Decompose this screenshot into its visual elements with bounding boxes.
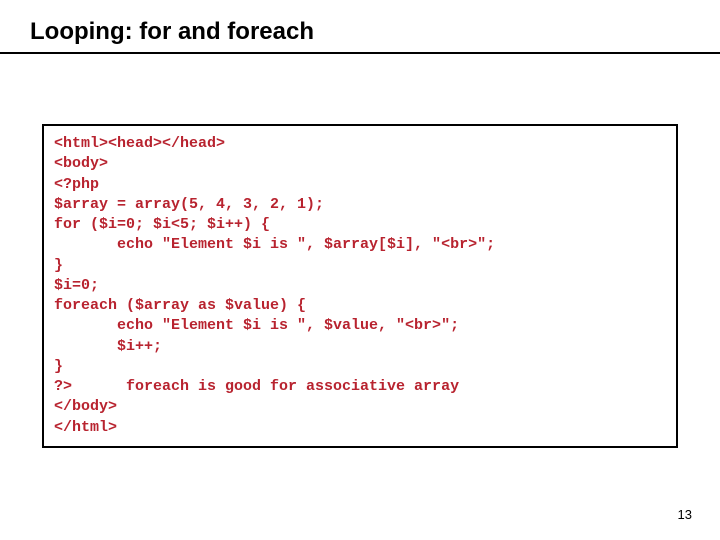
code-line: </html> bbox=[54, 419, 117, 436]
code-line: <?php bbox=[54, 176, 99, 193]
code-line: $i++; bbox=[54, 338, 162, 355]
code-line: echo "Element $i is ", $array[$i], "<br>… bbox=[54, 236, 495, 253]
code-line: } bbox=[54, 257, 63, 274]
code-line: for ($i=0; $i<5; $i++) { bbox=[54, 216, 270, 233]
code-line: <html><head></head> bbox=[54, 135, 225, 152]
code-line: echo "Element $i is ", $value, "<br>"; bbox=[54, 317, 459, 334]
code-line: </body> bbox=[54, 398, 117, 415]
slide-title: Looping: for and foreach bbox=[0, 0, 720, 52]
code-line: ?> foreach is good for associative array bbox=[54, 378, 459, 395]
code-line: $i=0; bbox=[54, 277, 99, 294]
code-line: foreach ($array as $value) { bbox=[54, 297, 306, 314]
title-underline bbox=[0, 52, 720, 54]
code-line: <body> bbox=[54, 155, 108, 172]
code-line: $array = array(5, 4, 3, 2, 1); bbox=[54, 196, 324, 213]
code-block: <html><head></head> <body> <?php $array … bbox=[42, 124, 678, 448]
code-line: } bbox=[54, 358, 63, 375]
page-number: 13 bbox=[678, 507, 692, 522]
